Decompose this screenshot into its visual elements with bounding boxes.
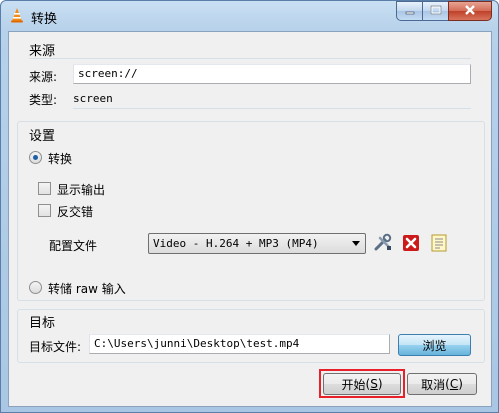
convert-window: 转换 来源 来源: screen:// 类型: screen 设置 转换 显示输… <box>0 0 499 413</box>
settings-group-title: 设置 <box>29 129 56 144</box>
browse-button[interactable]: 浏览 <box>398 334 471 356</box>
delete-profile-button[interactable] <box>400 233 422 255</box>
delete-icon <box>401 233 421 256</box>
destination-label: 目标文件: <box>29 340 82 354</box>
profile-select[interactable]: Video - H.264 + MP3 (MP4) <box>148 233 366 254</box>
destination-input[interactable]: C:\Users\junni\Desktop\test.mp4 <box>89 334 390 354</box>
maximize-icon <box>430 4 442 18</box>
deinterlace-checkbox[interactable] <box>38 204 51 217</box>
close-icon <box>464 4 476 18</box>
chevron-down-icon <box>352 241 360 246</box>
source-input[interactable]: screen:// <box>73 64 471 84</box>
convert-radio[interactable] <box>29 151 42 164</box>
window-title: 转换 <box>31 12 58 27</box>
dump-raw-label[interactable]: 转储 raw 输入 <box>48 280 126 297</box>
minimize-button[interactable] <box>396 1 422 21</box>
maximize-button[interactable] <box>422 1 448 21</box>
destination-group-title: 目标 <box>29 316 56 331</box>
new-profile-icon <box>429 233 449 256</box>
start-button-label: 开始 <box>341 377 366 392</box>
vlc-cone-icon <box>9 7 25 23</box>
display-output-checkbox[interactable] <box>38 182 51 195</box>
title-bar[interactable]: 转换 <box>1 1 498 31</box>
dialog-body: 来源 来源: screen:// 类型: screen 设置 转换 显示输出 反… <box>8 31 492 407</box>
cancel-button[interactable]: 取消(C) <box>407 373 477 395</box>
cancel-button-mnemonic: C <box>449 377 459 391</box>
minimize-icon <box>405 4 415 18</box>
deinterlace-label[interactable]: 反交错 <box>57 203 93 220</box>
source-label: 来源: <box>29 70 58 84</box>
wrench-icon <box>373 233 393 256</box>
start-button[interactable]: 开始(S) <box>323 373 401 395</box>
convert-radio-label[interactable]: 转换 <box>48 150 72 167</box>
new-profile-button[interactable] <box>428 233 450 255</box>
type-value: screen <box>73 92 113 105</box>
display-output-label[interactable]: 显示输出 <box>57 181 105 198</box>
source-group-title: 来源 <box>29 44 56 59</box>
dump-raw-radio[interactable] <box>29 281 42 294</box>
type-label: 类型: <box>29 93 58 107</box>
edit-profile-button[interactable] <box>372 233 394 255</box>
start-button-mnemonic: S <box>370 377 378 391</box>
close-button[interactable] <box>448 1 492 21</box>
profile-select-value: Video - H.264 + MP3 (MP4) <box>153 237 319 250</box>
cancel-button-label: 取消 <box>421 377 446 392</box>
profile-label: 配置文件 <box>49 239 98 253</box>
